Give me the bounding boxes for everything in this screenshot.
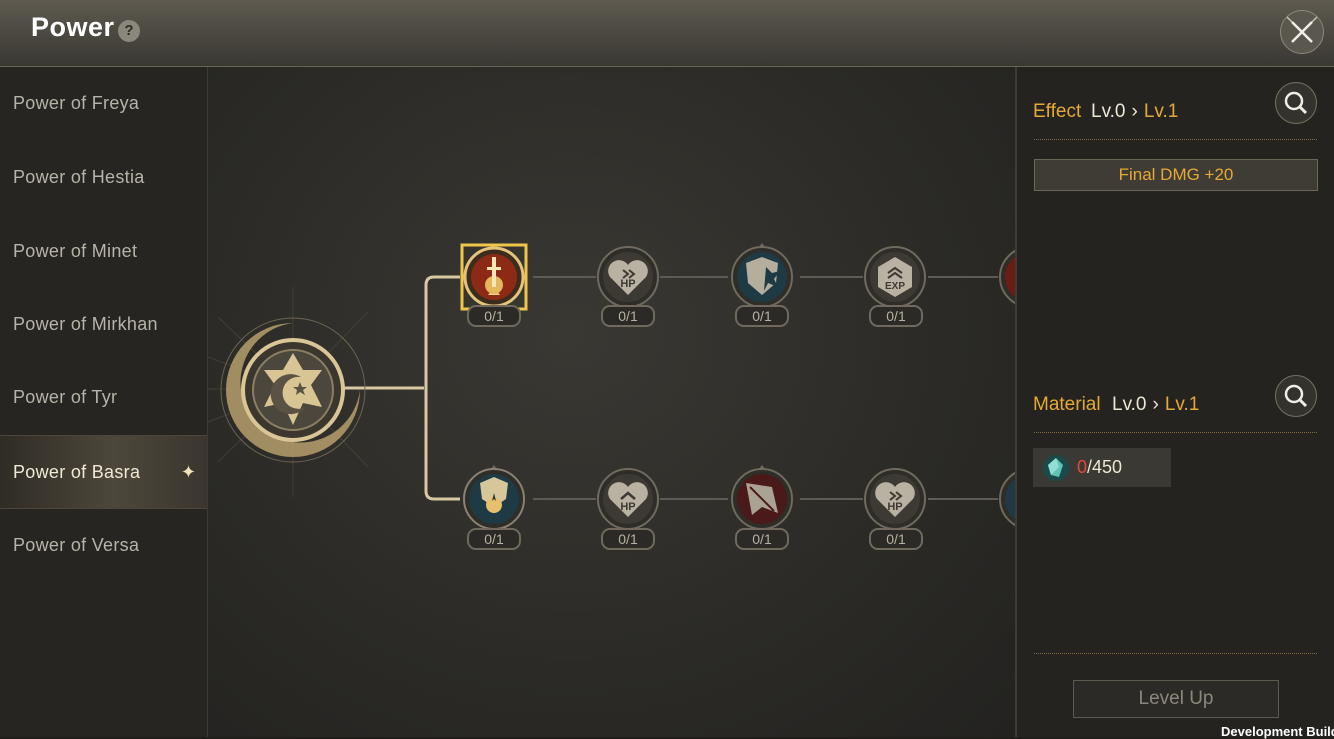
node-progress: 0/1 <box>601 528 655 550</box>
effect-level-from: Lv.0 <box>1091 101 1126 122</box>
material-title: Material <box>1033 394 1101 415</box>
close-button[interactable] <box>1280 10 1324 54</box>
sidebar-item-label: Power of Freya <box>13 93 140 113</box>
material-have: 0 <box>1077 457 1088 477</box>
shield-burst-icon <box>731 243 793 308</box>
svg-text:HP: HP <box>620 501 635 513</box>
node-progress: 0/1 <box>869 528 923 550</box>
level-up-button[interactable]: Level Up <box>1073 680 1279 718</box>
sidebar-item-label: Power of Basra <box>13 462 141 482</box>
magnifier-icon <box>1284 91 1308 115</box>
page-title: Power <box>31 12 115 42</box>
material-search-button[interactable] <box>1275 375 1317 417</box>
node-progress: 0/1 <box>601 305 655 327</box>
hp-heart-icon: HP <box>864 468 926 530</box>
help-icon[interactable]: ? <box>118 20 140 42</box>
root-node[interactable] <box>218 315 368 465</box>
partial-node-icon <box>999 249 1015 305</box>
sidebar-item-basra[interactable]: Power of Basra ✦ <box>0 435 207 509</box>
selected-arrow-icon: ✦ <box>180 462 196 482</box>
skill-node-bottom-5[interactable] <box>998 467 1015 531</box>
teal-crystal-icon <box>1043 455 1069 481</box>
hp-up-heart-icon: HP <box>597 468 659 530</box>
material-level-to: Lv.1 <box>1164 394 1200 415</box>
skill-node-top-1[interactable] <box>460 243 528 311</box>
effect-level-to: Lv.1 <box>1143 101 1179 122</box>
bottom-divider <box>1034 653 1317 655</box>
effect-value: Final DMG +20 <box>1034 159 1318 191</box>
material-count: 0/450 <box>1077 448 1122 487</box>
skill-node-top-2[interactable]: HP <box>596 245 660 309</box>
close-icon <box>1286 16 1318 43</box>
sidebar-item-tyr[interactable]: Power of Tyr <box>0 361 207 433</box>
sidebar-item-label: Power of Versa <box>13 535 140 555</box>
sidebar-item-label: Power of Tyr <box>13 387 118 407</box>
power-sidebar: Power of Freya Power of Hestia Power of … <box>0 67 208 737</box>
shield-sun-icon <box>463 465 525 530</box>
skill-node-top-4[interactable]: EXP <box>863 245 927 309</box>
material-level-from: Lv.0 <box>1112 394 1147 415</box>
magnifier-icon <box>1284 384 1308 408</box>
svg-text:HP: HP <box>887 501 902 513</box>
top-bar: Power ? <box>0 0 1334 67</box>
effect-level-change: Lv.0 › Lv.1 <box>1091 101 1178 123</box>
skill-node-bottom-1[interactable] <box>460 465 528 533</box>
sidebar-item-mirkhan[interactable]: Power of Mirkhan <box>0 288 207 360</box>
node-progress: 0/1 <box>735 528 789 550</box>
effect-divider <box>1034 139 1317 141</box>
material-need: /450 <box>1087 457 1123 477</box>
skill-node-top-5[interactable] <box>998 245 1015 309</box>
sidebar-item-hestia[interactable]: Power of Hestia <box>0 141 207 213</box>
svg-text:EXP: EXP <box>885 281 905 292</box>
material-level-change: Lv.0 › Lv.1 <box>1112 394 1199 416</box>
material-slot[interactable]: 0/450 <box>1033 448 1171 487</box>
sidebar-item-label: Power of Minet <box>13 241 138 261</box>
partial-node-icon <box>999 471 1015 527</box>
effect-title: Effect <box>1033 101 1082 122</box>
sword-sun-icon <box>460 243 528 311</box>
leaf-spike-icon <box>731 465 793 530</box>
sidebar-item-versa[interactable]: Power of Versa <box>0 509 207 581</box>
skill-node-bottom-2[interactable]: HP <box>596 467 660 531</box>
node-progress: 0/1 <box>467 528 521 550</box>
node-progress: 0/1 <box>869 305 923 327</box>
node-progress: 0/1 <box>735 305 789 327</box>
sidebar-item-minet[interactable]: Power of Minet <box>0 215 207 287</box>
svg-text:HP: HP <box>620 278 635 290</box>
chevron-right-icon: › <box>1152 394 1159 415</box>
skill-node-top-3[interactable] <box>728 243 796 311</box>
effect-search-button[interactable] <box>1275 82 1317 124</box>
crescent-star-icon <box>220 317 366 463</box>
sidebar-item-label: Power of Hestia <box>13 167 145 187</box>
sidebar-item-freya[interactable]: Power of Freya <box>0 67 207 139</box>
skill-node-bottom-4[interactable]: HP <box>863 467 927 531</box>
chevron-right-icon: › <box>1131 101 1138 122</box>
skill-tree-area: 0/1 HP 0/1 0/1 EXP 0/1 0/1 HP 0/1 0/1 HP… <box>208 67 1015 737</box>
sidebar-item-label: Power of Mirkhan <box>13 314 158 334</box>
node-progress: 0/1 <box>467 305 521 327</box>
hp-heart-icon: HP <box>597 246 659 308</box>
skill-node-bottom-3[interactable] <box>728 465 796 533</box>
material-divider <box>1034 432 1317 434</box>
exp-shield-icon: EXP <box>864 246 926 308</box>
